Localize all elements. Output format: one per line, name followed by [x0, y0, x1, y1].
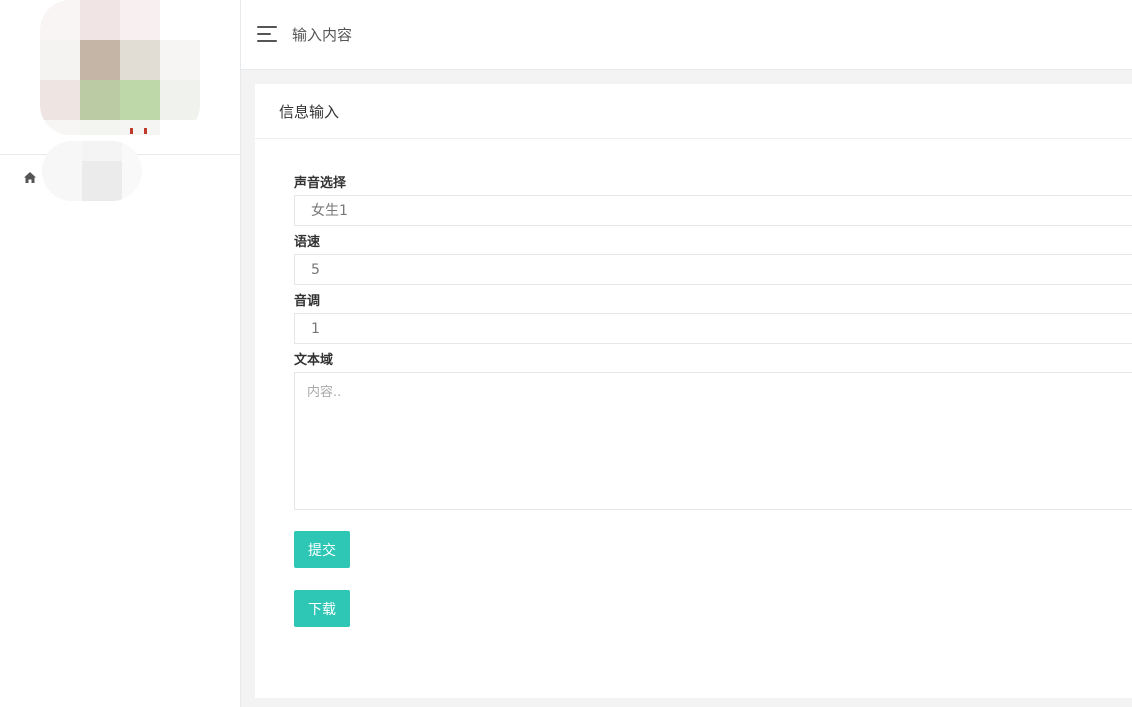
pitch-input[interactable]: 1: [294, 313, 1132, 344]
text-area[interactable]: [294, 372, 1132, 510]
hamburger-menu-icon[interactable]: [257, 26, 279, 44]
card-title: 信息输入: [279, 103, 340, 121]
sidebar: [0, 0, 241, 707]
page-title: 输入内容: [292, 26, 353, 44]
blurred-avatar: [40, 0, 200, 135]
avatar-decoration: [128, 128, 150, 134]
profile-area: [0, 0, 240, 155]
sidebar-item-home[interactable]: [0, 141, 240, 201]
home-icon: [24, 172, 36, 183]
speed-label: 语速: [294, 235, 321, 250]
speed-input[interactable]: 5: [294, 254, 1132, 285]
blurred-nav-label: [42, 141, 142, 201]
submit-button[interactable]: 提交: [294, 531, 350, 568]
voice-select[interactable]: 女生1: [294, 195, 1132, 226]
text-label: 文本域: [294, 353, 334, 368]
voice-label: 声音选择: [294, 176, 347, 191]
download-button[interactable]: 下载: [294, 590, 350, 627]
form-card: 信息输入 声音选择 女生1 语速 5 音调 1 文本域 提交 下载: [255, 84, 1132, 698]
card-header: 信息输入: [255, 84, 1132, 139]
top-bar: 输入内容: [241, 0, 1132, 70]
pitch-label: 音调: [294, 294, 321, 309]
